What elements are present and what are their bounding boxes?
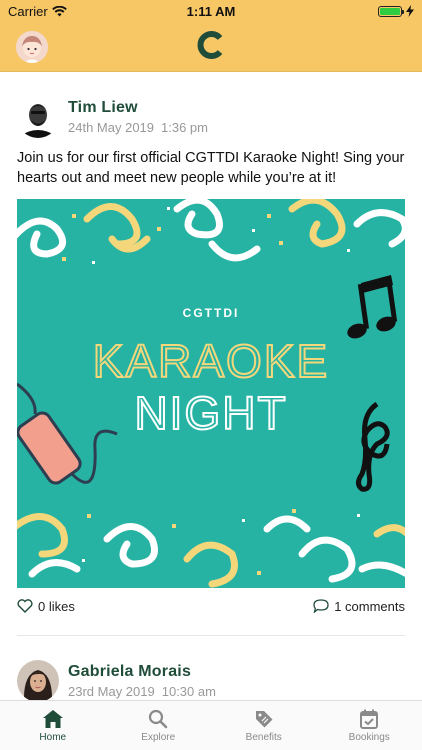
tab-explore[interactable]: Explore	[106, 701, 212, 750]
comment-bubble-icon	[313, 599, 329, 613]
tag-icon	[255, 710, 273, 727]
c-logo-icon[interactable]	[196, 30, 226, 60]
author-name[interactable]: Gabriela Morais	[68, 663, 216, 681]
home-icon	[42, 709, 63, 728]
post-meta: 23rd May 2019 10:30 am	[68, 684, 216, 699]
calendar-check-icon	[360, 709, 379, 729]
user-avatar-icon[interactable]	[16, 31, 48, 63]
post-actions: 0 likes 1 comments	[17, 588, 405, 624]
tab-benefits[interactable]: Benefits	[211, 701, 317, 750]
battery-icon	[378, 5, 404, 17]
post-card: Gabriela Morais 23rd May 2019 10:30 am	[0, 636, 422, 700]
tab-home-label: Home	[39, 731, 67, 743]
charging-bolt-icon	[406, 5, 414, 17]
status-left: Carrier	[8, 4, 67, 19]
status-right	[378, 5, 414, 17]
post-time: 1:36 pm	[161, 120, 208, 135]
post-text: Join us for our first official CGTTDI Ka…	[17, 150, 405, 186]
tab-bar: Home Explore Benefits Bookings	[0, 700, 422, 750]
heart-icon	[17, 599, 33, 613]
search-icon	[149, 709, 168, 728]
nav-bar	[0, 22, 422, 72]
wifi-icon	[51, 5, 67, 16]
like-button[interactable]: 0 likes	[17, 599, 75, 614]
karaoke-night-poster: CGTTDI KARAOKE NIGHT	[17, 199, 405, 588]
post-date: 23rd May 2019	[68, 684, 155, 699]
author-name[interactable]: Tim Liew	[68, 99, 208, 117]
tab-home[interactable]: Home	[0, 701, 106, 750]
post-meta: 24th May 2019 1:36 pm	[68, 120, 208, 135]
poster-title-line1: KARAOKE	[93, 335, 329, 387]
comments-count: 1 comments	[334, 598, 405, 614]
tab-bookings-label: Bookings	[348, 731, 390, 743]
post-header: Tim Liew 24th May 2019 1:36 pm	[17, 72, 405, 146]
likes-count: 0 likes	[38, 598, 75, 614]
poster-title-line2: NIGHT	[134, 387, 287, 439]
post-time: 10:30 am	[161, 684, 216, 699]
author-avatar[interactable]	[17, 660, 59, 700]
tab-bookings[interactable]: Bookings	[317, 701, 422, 750]
tab-benefits-label: Benefits	[245, 731, 282, 743]
post-image[interactable]: CGTTDI KARAOKE NIGHT	[17, 199, 405, 588]
tab-explore-label: Explore	[141, 731, 176, 743]
post-date: 24th May 2019	[68, 120, 155, 135]
carrier-label: Carrier	[8, 3, 48, 19]
post-card: Tim Liew 24th May 2019 1:36 pm Join us f…	[0, 72, 422, 636]
post-header: Gabriela Morais 23rd May 2019 10:30 am	[17, 636, 405, 700]
author-info: Gabriela Morais 23rd May 2019 10:30 am	[68, 663, 216, 699]
status-bar: Carrier 1:11 AM	[0, 0, 422, 22]
feed[interactable]: Tim Liew 24th May 2019 1:36 pm Join us f…	[0, 72, 422, 700]
poster-tag: CGTTDI	[183, 306, 240, 320]
author-info: Tim Liew 24th May 2019 1:36 pm	[68, 99, 208, 135]
author-avatar[interactable]	[17, 96, 59, 138]
comments-button[interactable]: 1 comments	[313, 599, 405, 614]
battery-level-fill	[380, 7, 400, 15]
